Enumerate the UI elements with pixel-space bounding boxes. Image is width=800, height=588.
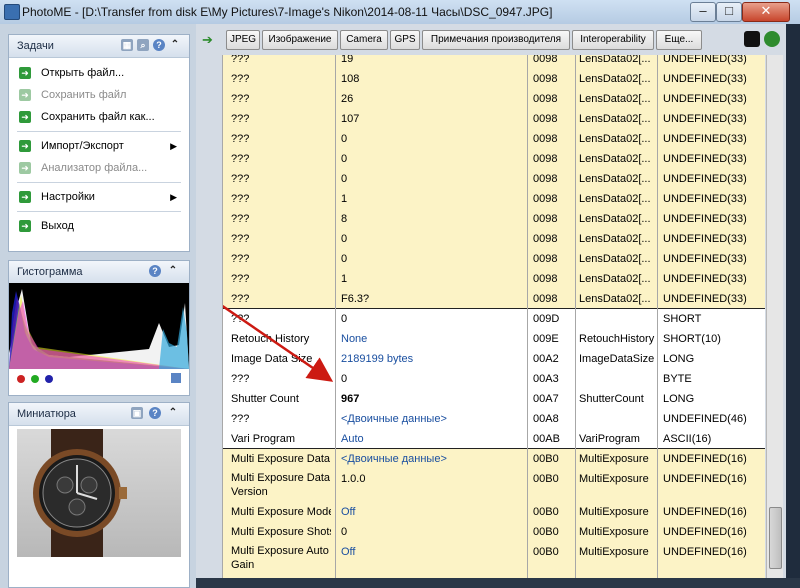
task-label: Сохранить файл как... xyxy=(41,111,155,123)
close-button[interactable]: ✕ xyxy=(742,2,790,22)
green-arrow-icon: ➜ xyxy=(19,140,31,152)
collapse-icon[interactable]: ⌃ xyxy=(167,265,179,277)
background-window-strip xyxy=(786,24,800,588)
main-area: ➔ JPEG Изображение Camera GPS Примечания… xyxy=(196,24,800,588)
red-dot-icon[interactable] xyxy=(17,375,25,383)
green-arrow-icon: ➜ xyxy=(19,191,31,203)
tab-more[interactable]: Еще... xyxy=(656,30,702,50)
status-strip xyxy=(196,578,800,588)
tab-interoperability[interactable]: Interoperability xyxy=(572,30,654,50)
vertical-scrollbar[interactable] xyxy=(766,55,783,588)
task-label: Настройки xyxy=(41,191,95,203)
expand-icon[interactable] xyxy=(171,373,181,383)
window-title: PhotoME - [D:\Transfer from disk E\My Pi… xyxy=(22,5,553,19)
app-icon xyxy=(4,4,20,20)
help-icon[interactable]: ? xyxy=(149,265,161,277)
green-arrow-icon: ➜ xyxy=(19,162,31,174)
scrollbar-thumb[interactable] xyxy=(769,507,782,569)
task-save-file-as[interactable]: ➜ Сохранить файл как... xyxy=(9,106,189,128)
title-bar: PhotoME - [D:\Transfer from disk E\My Pi… xyxy=(0,0,800,25)
green-arrow-icon: ➜ xyxy=(19,67,31,79)
thumbnail-image xyxy=(17,429,181,557)
tab-camera[interactable]: Camera xyxy=(340,30,388,50)
minimize-button[interactable]: – xyxy=(690,2,716,22)
task-separator xyxy=(17,182,181,183)
green-arrow-icon: ➜ xyxy=(19,220,31,232)
task-label: Выход xyxy=(41,220,74,232)
close-icon: ✕ xyxy=(760,3,772,18)
task-separator xyxy=(17,131,181,132)
thumbnail-panel-title: Миниатюра xyxy=(17,408,76,420)
maximize-icon: □ xyxy=(725,3,733,18)
task-settings[interactable]: ➜ Настройки ▶ xyxy=(9,186,189,208)
task-label: Импорт/Экспорт xyxy=(41,140,124,152)
task-open-file[interactable]: ➜ Открыть файл... xyxy=(9,62,189,84)
thumbnail-icon[interactable]: ▣ xyxy=(131,407,143,419)
watch-photo xyxy=(33,429,127,557)
task-label: Анализатор файла... xyxy=(41,162,148,174)
collapse-icon[interactable]: ⌃ xyxy=(169,39,181,51)
histogram-svg xyxy=(9,289,189,369)
task-label: Сохранить файл xyxy=(41,89,127,101)
world-icon[interactable] xyxy=(764,31,780,47)
green-dot-icon[interactable] xyxy=(31,375,39,383)
tab-jpeg[interactable]: JPEG xyxy=(226,30,260,50)
green-arrow-icon: ➜ xyxy=(19,89,31,101)
left-pane: Задачи ▦ ⌕ ? ⌃ ➜ Открыть файл... ➜ Сохрани… xyxy=(0,24,196,588)
maximize-button[interactable]: □ xyxy=(716,2,742,22)
grid-icon[interactable]: ▦ xyxy=(121,39,133,51)
tasks-panel-title: Задачи xyxy=(17,40,54,52)
task-import-export[interactable]: ➜ Импорт/Экспорт ▶ xyxy=(9,135,189,157)
tasks-panel: Задачи ▦ ⌕ ? ⌃ ➜ Открыть файл... ➜ Сохрани… xyxy=(8,34,190,252)
go-arrow-icon[interactable]: ➔ xyxy=(202,32,218,47)
task-separator xyxy=(17,211,181,212)
submenu-arrow-icon: ▶ xyxy=(170,192,177,202)
help-icon[interactable]: ? xyxy=(149,407,161,419)
histogram-panel-title: Гистограмма xyxy=(17,266,83,278)
task-save-file[interactable]: ➜ Сохранить файл xyxy=(9,84,189,106)
green-arrow-icon: ➜ xyxy=(19,111,31,123)
collapse-icon[interactable]: ⌃ xyxy=(167,407,179,419)
task-label: Открыть файл... xyxy=(41,67,125,79)
tab-gps[interactable]: GPS xyxy=(390,30,420,50)
task-file-analyzer[interactable]: ➜ Анализатор файла... xyxy=(9,157,189,179)
histogram-panel: Гистограмма ? ⌃ xyxy=(8,260,190,396)
histogram-panel-header: Гистограмма ? ⌃ xyxy=(9,261,189,284)
minimize-icon: – xyxy=(699,3,707,18)
exif-table: ??? 19 0098 LensData02[... UNDEFINED(33)??? 1… xyxy=(222,55,765,588)
tab-maker-notes[interactable]: Примечания производителя xyxy=(422,30,570,50)
camera-icon[interactable] xyxy=(744,31,760,47)
task-exit[interactable]: ➜ Выход xyxy=(9,215,189,237)
thumbnail-panel-header: Миниатюра ▣ ? ⌃ xyxy=(9,403,189,426)
tasks-panel-header: Задачи ▦ ⌕ ? ⌃ xyxy=(9,35,189,58)
tab-image[interactable]: Изображение xyxy=(262,30,338,50)
blue-dot-icon[interactable] xyxy=(45,375,53,383)
annotation-arrow xyxy=(223,304,334,382)
help-icon[interactable]: ? xyxy=(153,39,165,51)
thumbnail-panel: Миниатюра ▣ ? ⌃ xyxy=(8,402,190,588)
submenu-arrow-icon: ▶ xyxy=(170,141,177,151)
tab-bar: ➔ JPEG Изображение Camera GPS Примечания… xyxy=(196,28,800,50)
search-icon[interactable]: ⌕ xyxy=(137,39,149,51)
histogram-graph xyxy=(9,283,189,383)
